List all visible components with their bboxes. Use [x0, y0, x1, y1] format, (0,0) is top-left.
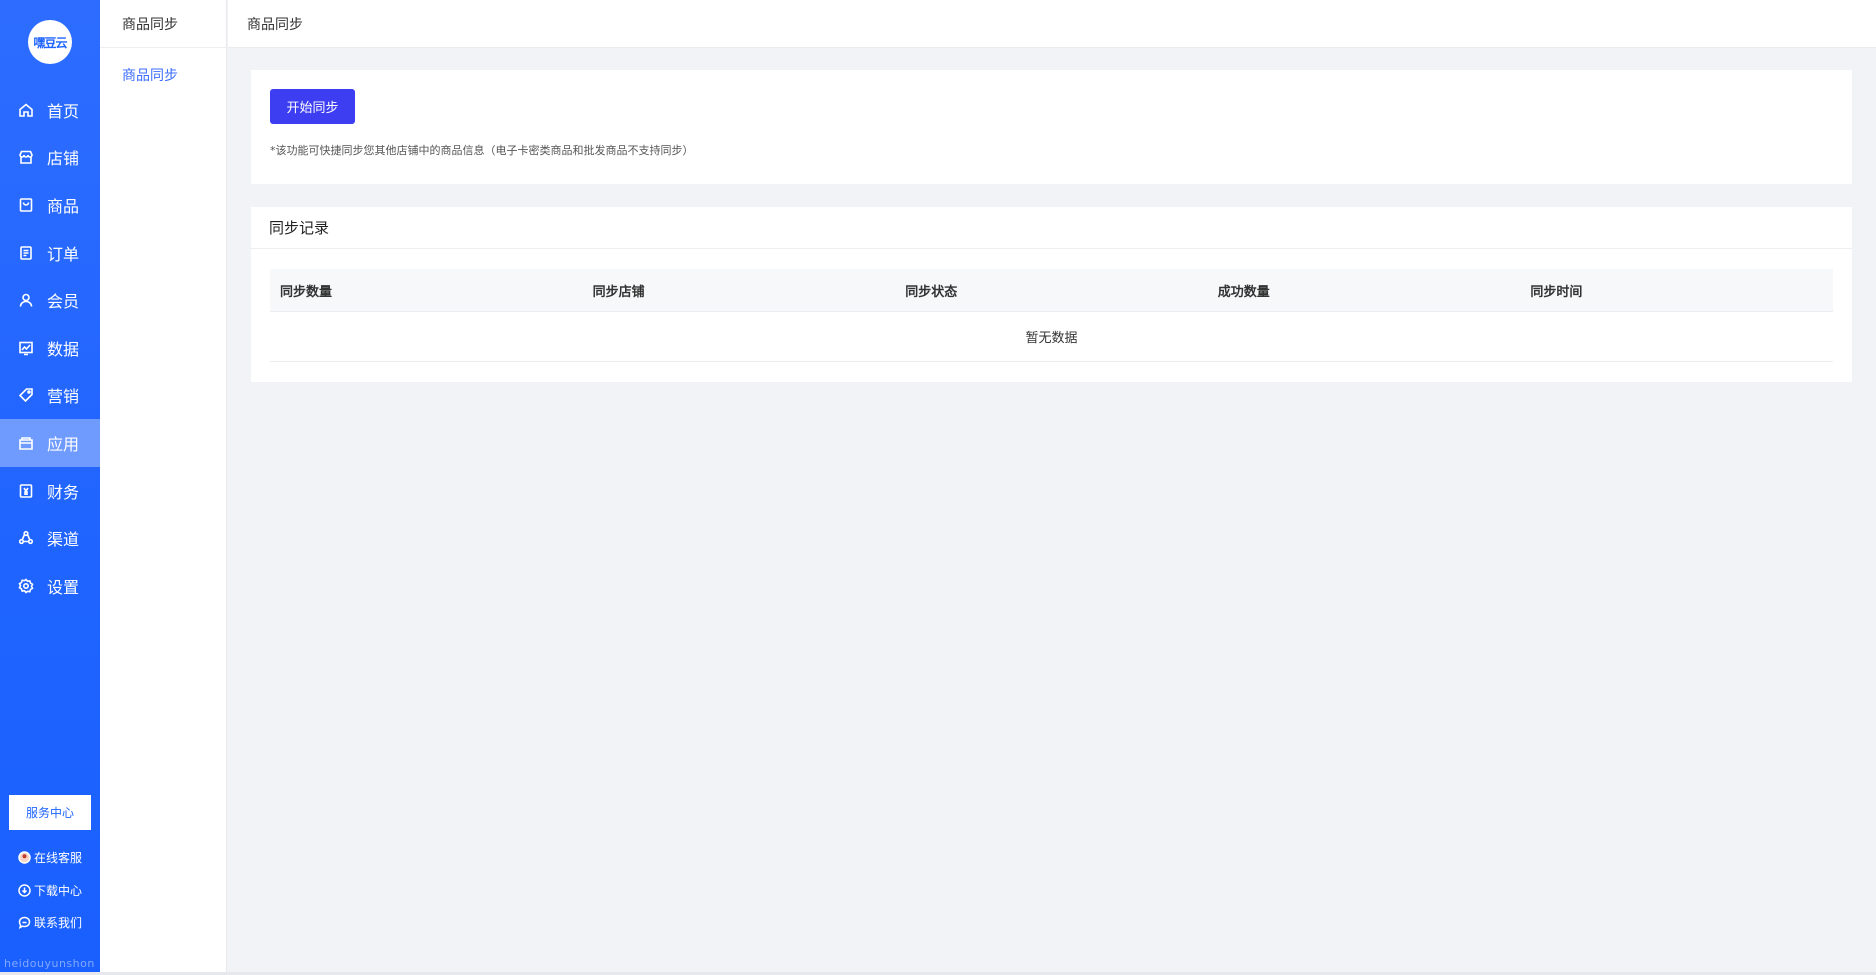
sync-records-card: 同步记录 同步数量 同步店铺 同步状态 成功数量 同步时间 暂无数据	[251, 207, 1852, 382]
nav-item-store[interactable]: 店铺	[0, 134, 100, 182]
nav-label: 店铺	[47, 149, 80, 169]
nav-item-goods[interactable]: 商品	[0, 181, 100, 229]
online-support-link[interactable]: 在线客服	[18, 849, 82, 866]
nav-label: 商品	[47, 196, 80, 216]
nav-item-channel[interactable]: 渠道	[0, 514, 100, 562]
nav-label: 设置	[47, 577, 80, 597]
column-header: 同步数量	[280, 284, 333, 300]
submenu-title: 商品同步	[100, 0, 226, 48]
service-center-button[interactable]: 服务中心	[9, 795, 91, 830]
sync-tip-text: *该功能可快捷同步您其他店铺中的商品信息（电子卡密类商品和批发商品不支持同步）	[270, 144, 694, 157]
secondary-menu: 商品同步 商品同步	[100, 0, 227, 975]
column-header: 成功数量	[1217, 284, 1270, 300]
chart-icon	[17, 339, 35, 357]
top-header: 商品同步	[228, 0, 1876, 48]
nav-label: 数据	[47, 339, 80, 359]
table-header: 同步数量 同步店铺 同步状态 成功数量 同步时间	[270, 269, 1833, 312]
column-header: 同步状态	[905, 284, 958, 300]
breadcrumb: 商品同步	[247, 16, 303, 33]
nav-label: 首页	[47, 101, 80, 121]
nav-label: 会员	[47, 292, 80, 312]
sync-card: 开始同步 *该功能可快捷同步您其他店铺中的商品信息（电子卡密类商品和批发商品不支…	[251, 70, 1852, 184]
nav-item-apps[interactable]: 应用	[0, 419, 100, 467]
brand-logo[interactable]: 嘿豆云	[28, 20, 72, 64]
avatar-icon	[18, 851, 31, 864]
chat-icon	[18, 916, 31, 929]
submenu-item-product-sync[interactable]: 商品同步	[100, 48, 226, 101]
nav-item-settings[interactable]: 设置	[0, 562, 100, 610]
nav-item-finance[interactable]: 财务	[0, 467, 100, 515]
records-title: 同步记录	[251, 207, 1852, 249]
empty-state-text: 暂无数据	[1025, 331, 1078, 346]
app-store-icon	[17, 434, 35, 452]
channel-icon	[17, 529, 35, 547]
order-icon	[17, 244, 35, 262]
download-icon	[18, 884, 31, 897]
nav-label: 营销	[47, 387, 80, 407]
member-icon	[17, 291, 35, 309]
column-header: 同步时间	[1530, 284, 1583, 300]
nav-item-marketing[interactable]: 营销	[0, 372, 100, 420]
home-icon	[17, 101, 35, 119]
tag-icon	[17, 386, 35, 404]
link-label: 联系我们	[34, 916, 83, 930]
link-label: 下载中心	[34, 884, 83, 898]
nav-label: 订单	[47, 244, 80, 264]
nav-item-member[interactable]: 会员	[0, 276, 100, 324]
goods-icon	[17, 196, 35, 214]
finance-icon	[17, 482, 35, 500]
column-header: 同步店铺	[592, 284, 645, 300]
link-label: 在线客服	[34, 851, 83, 865]
settings-icon	[17, 577, 35, 595]
nav-item-order[interactable]: 订单	[0, 229, 100, 277]
empty-state-row: 暂无数据	[270, 312, 1833, 362]
main-sidebar: 嘿豆云 首页 店铺 商品 订单 会员 数据 营销 应用 财务 渠道 设置 服务中…	[0, 0, 100, 975]
nav-label: 应用	[47, 434, 80, 454]
contact-us-link[interactable]: 联系我们	[18, 914, 82, 931]
nav-label: 财务	[47, 482, 80, 502]
main-nav: 首页 店铺 商品 订单 会员 数据 营销 应用 财务 渠道 设置	[0, 86, 100, 610]
start-sync-button[interactable]: 开始同步	[270, 89, 355, 124]
download-center-link[interactable]: 下载中心	[18, 882, 82, 899]
nav-item-data[interactable]: 数据	[0, 324, 100, 372]
brand-watermark: heidouyunshon	[4, 957, 95, 970]
store-icon	[17, 148, 35, 166]
records-table: 同步数量 同步店铺 同步状态 成功数量 同步时间 暂无数据	[270, 269, 1833, 362]
nav-item-home[interactable]: 首页	[0, 86, 100, 134]
nav-label: 渠道	[47, 530, 80, 550]
